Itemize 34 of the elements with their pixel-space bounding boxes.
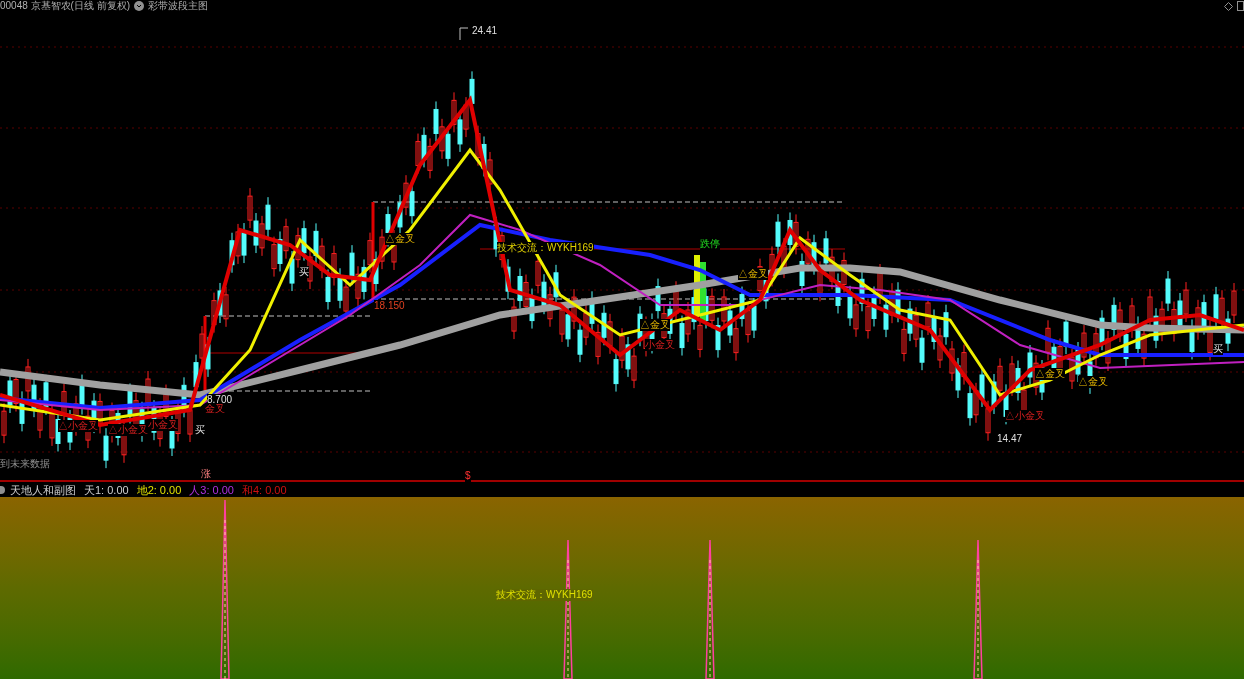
signal-label: 涨: [199, 468, 213, 480]
indicator-title[interactable]: 彩带波段主图: [148, 0, 209, 12]
peak-marker-icon: [459, 27, 469, 41]
indicator-value: 天1: 0.00: [84, 483, 129, 496]
indicator-value: 和4: 0.00: [241, 483, 287, 496]
signal-label: 买: [1213, 343, 1223, 355]
price-label: 14.47: [997, 433, 1023, 445]
signal-label: 买: [299, 266, 309, 278]
diamond-icon[interactable]: [1224, 1, 1233, 11]
indicator-value: 地2: 0.00: [136, 483, 182, 496]
note-text: 到未来数据: [0, 458, 50, 470]
square-icon[interactable]: [1237, 1, 1244, 11]
signal-label: △小金叉: [1005, 410, 1045, 422]
signal-label: 跌停: [700, 238, 720, 250]
signal-label: △金叉: [385, 233, 415, 245]
indicator-value: 人3: 0.00: [189, 483, 234, 496]
signal-label: △金叉: [1035, 368, 1065, 380]
price-label: 24.41: [472, 25, 498, 37]
signal-label: △金叉: [1078, 376, 1108, 388]
signal-label: 买: [195, 424, 205, 436]
sub-chart-title: 天地人和副图: [10, 483, 76, 496]
price-label: 18.150: [374, 300, 405, 312]
signal-label: △金叉: [738, 268, 768, 280]
signal-label: 技术交流：WYKH169: [497, 242, 594, 254]
signal-label: △小金叉: [108, 424, 148, 436]
signal-label: △金叉: [640, 319, 670, 331]
chevron-circle-icon[interactable]: [134, 1, 145, 11]
signal-label: 小金叉: [645, 339, 675, 351]
signal-label: 金叉: [205, 403, 225, 415]
symbol-title: 00048 京基智农(日线 前复权): [0, 0, 131, 12]
chart-caption: 技术交流：WYKH169: [496, 589, 593, 601]
signal-label: 小金叉: [148, 419, 178, 431]
signal-label: $: [465, 470, 471, 482]
signal-label: △小金叉: [58, 420, 98, 432]
